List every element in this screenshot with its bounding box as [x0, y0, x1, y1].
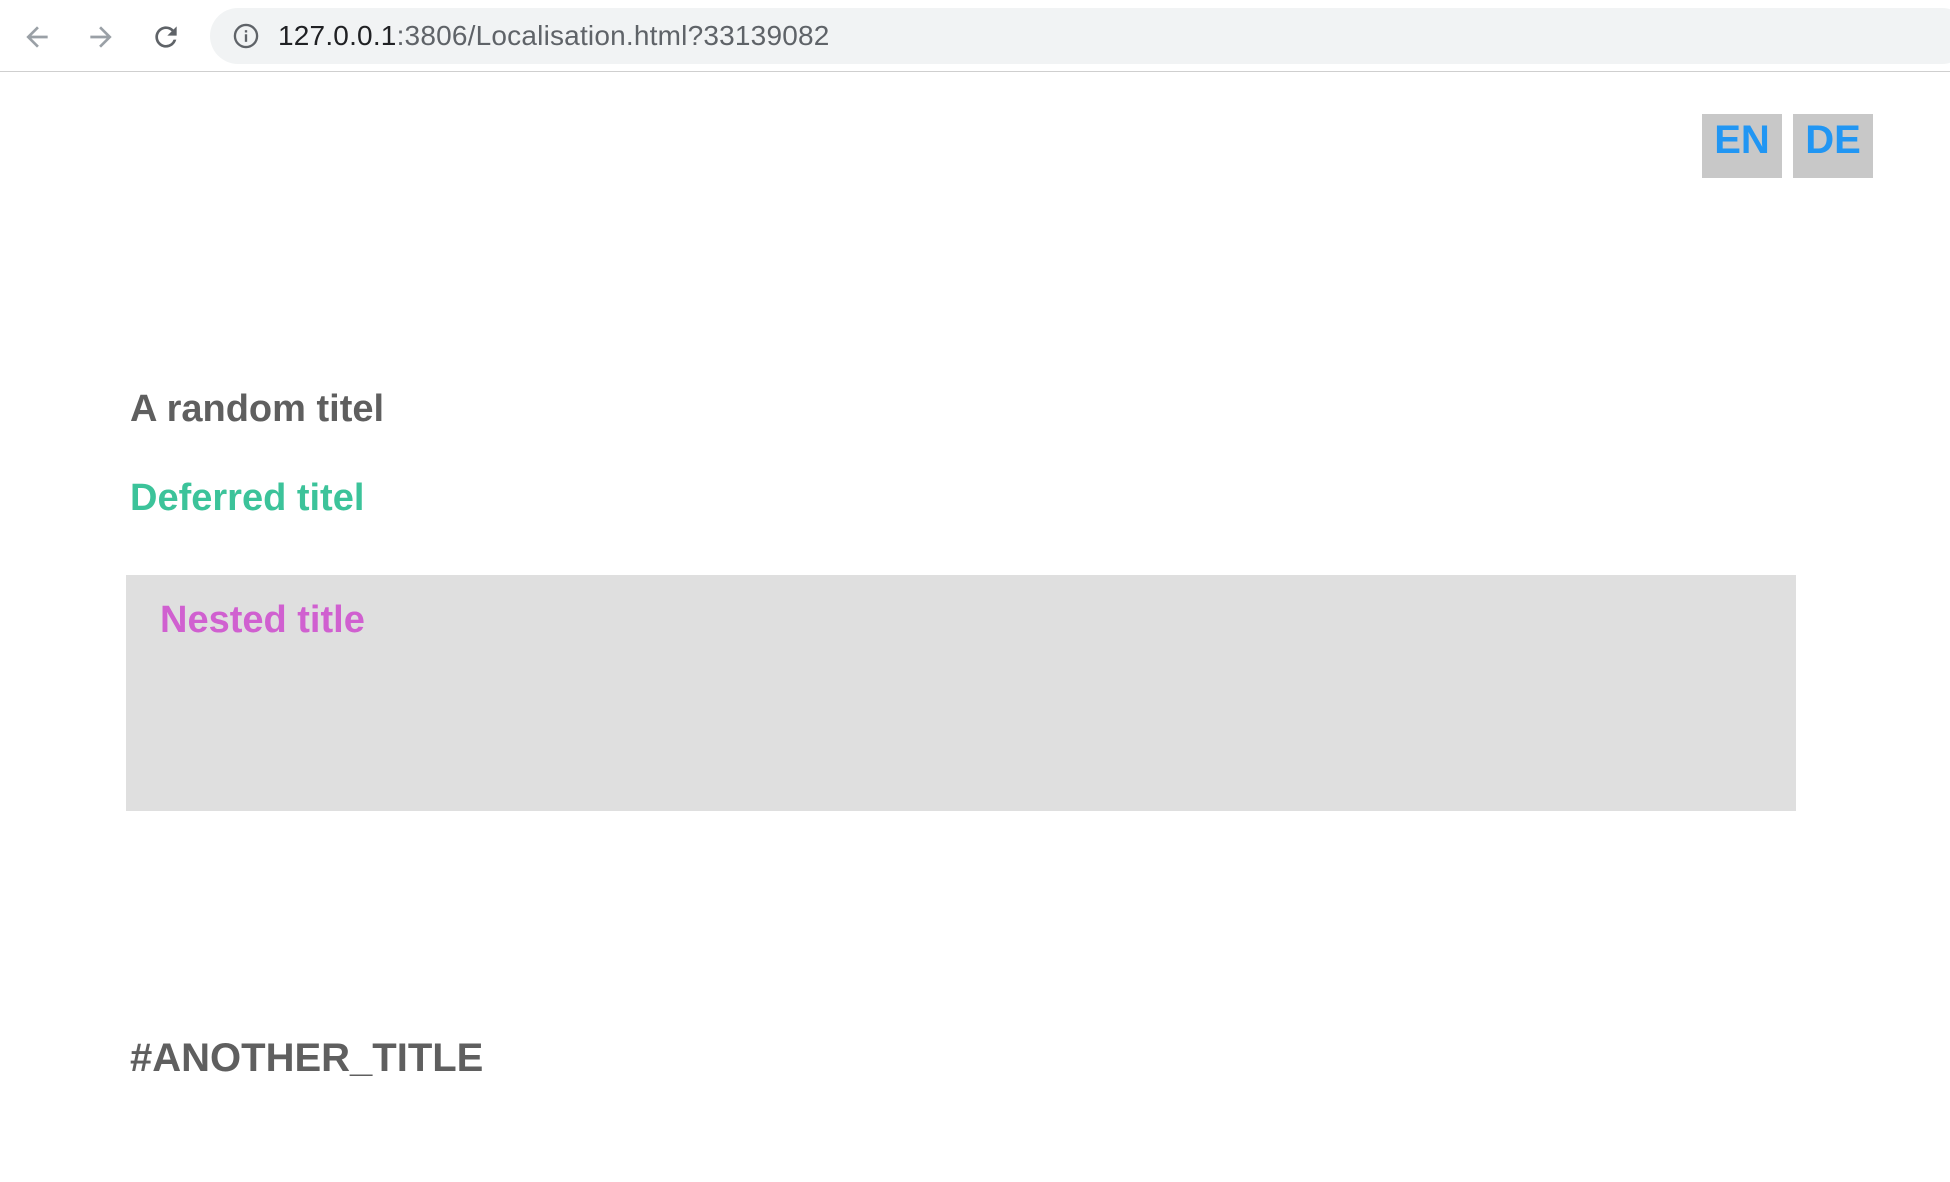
forward-button[interactable] — [80, 16, 122, 58]
random-title: A random titel — [130, 388, 385, 430]
info-icon[interactable] — [232, 22, 260, 50]
address-bar[interactable]: 127.0.0.1:3806/Localisation.html?3313908… — [210, 8, 1950, 64]
nested-container: Nested title — [126, 575, 1796, 811]
url-text[interactable]: 127.0.0.1:3806/Localisation.html?3313908… — [278, 8, 830, 64]
url-host: 127.0.0.1 — [278, 20, 397, 51]
arrow-left-icon — [26, 26, 48, 48]
language-switch: EN DE — [1702, 114, 1873, 178]
language-de-button[interactable]: DE — [1793, 114, 1873, 178]
arrow-right-icon — [90, 26, 112, 48]
back-button[interactable] — [16, 16, 58, 58]
browser-toolbar: 127.0.0.1:3806/Localisation.html?3313908… — [0, 0, 1950, 72]
url-path: :3806/Localisation.html?33139082 — [396, 20, 830, 51]
nested-title: Nested title — [160, 599, 365, 641]
language-en-button[interactable]: EN — [1702, 114, 1782, 178]
reload-button[interactable] — [145, 16, 187, 58]
deferred-title: Deferred titel — [130, 477, 365, 519]
another-title: #ANOTHER_TITLE — [130, 1036, 484, 1080]
reload-icon — [155, 26, 177, 48]
